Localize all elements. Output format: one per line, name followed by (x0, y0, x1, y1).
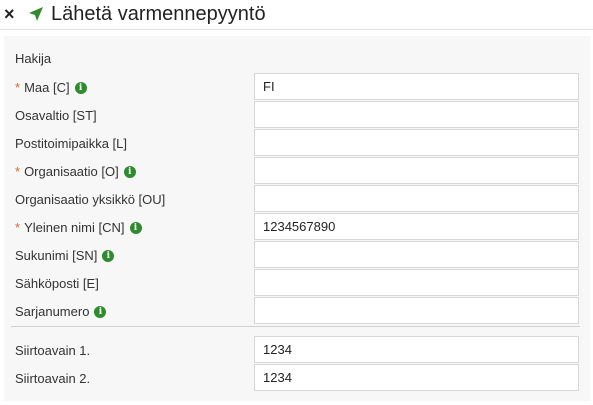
info-icon[interactable]: i (74, 81, 87, 94)
field-row-email: Sähköposti [E] (4, 269, 590, 297)
field-label-text: Maa [C] (24, 80, 70, 95)
field-label-text: Organisaatio [O] (24, 164, 119, 179)
dialog-header: × Lähetä varmennepyyntö (0, 0, 593, 30)
surname-input[interactable] (254, 241, 579, 268)
form-panel: Hakija * Maa [C] i Osavaltio [ST] Postit… (4, 36, 590, 401)
field-row-transfer-key-2: Siirtoavain 2. (4, 364, 590, 392)
info-icon[interactable]: i (123, 165, 136, 178)
field-row-surname: Sukunimi [SN] i (4, 241, 590, 269)
info-icon[interactable]: i (129, 221, 142, 234)
locality-input[interactable] (254, 129, 579, 156)
field-label-text: Sähköposti [E] (15, 276, 99, 291)
field-label: * Organisaatio [O] i (15, 164, 136, 179)
field-row-locality: Postitoimipaikka [L] (4, 129, 590, 157)
field-label: * Maa [C] i (15, 80, 87, 95)
field-row-common-name: * Yleinen nimi [CN] i (4, 213, 590, 241)
required-marker: * (15, 164, 21, 179)
field-label: Siirtoavain 2. (15, 371, 90, 386)
serial-number-input[interactable] (254, 297, 579, 324)
info-icon[interactable]: i (102, 249, 115, 262)
org-unit-input[interactable] (254, 185, 579, 212)
field-label-text: Sarjanumero (15, 304, 90, 319)
state-input[interactable] (254, 101, 579, 128)
close-icon[interactable]: × (4, 4, 20, 24)
required-marker: * (15, 80, 21, 95)
field-label: Sukunimi [SN] i (15, 248, 115, 263)
divider (11, 326, 580, 327)
field-label-text: Siirtoavain 2. (15, 371, 91, 386)
organization-input[interactable] (254, 157, 579, 184)
field-label: * Yleinen nimi [CN] i (15, 220, 142, 235)
field-row-transfer-key-1: Siirtoavain 1. (4, 336, 590, 364)
field-label-text: Yleinen nimi [CN] (24, 220, 125, 235)
required-marker: * (15, 220, 21, 235)
info-icon[interactable]: i (94, 305, 107, 318)
email-input[interactable] (254, 269, 579, 296)
field-label: Sähköposti [E] (15, 276, 99, 291)
field-label: Sarjanumero i (15, 304, 107, 319)
section-title: Hakija (15, 51, 52, 66)
field-label-text: Postitoimipaikka [L] (15, 136, 127, 151)
field-label: Siirtoavain 1. (15, 343, 90, 358)
field-label: Postitoimipaikka [L] (15, 136, 127, 151)
transfer-key-2-input[interactable] (254, 364, 579, 391)
send-icon (29, 7, 43, 21)
transfer-key-1-input[interactable] (254, 336, 579, 363)
field-label: Osavaltio [ST] (15, 108, 97, 123)
field-row-organization: * Organisaatio [O] i (4, 157, 590, 185)
field-row-org-unit: Organisaatio yksikkö [OU] (4, 185, 590, 213)
field-row-state: Osavaltio [ST] (4, 101, 590, 129)
field-row-serial: Sarjanumero i (4, 297, 590, 325)
field-label-text: Sukunimi [SN] (15, 248, 98, 263)
field-label-text: Organisaatio yksikkö [OU] (15, 192, 166, 207)
field-label: Organisaatio yksikkö [OU] (15, 192, 165, 207)
field-label-text: Siirtoavain 1. (15, 343, 91, 358)
country-input[interactable] (254, 73, 579, 100)
field-label-text: Osavaltio [ST] (15, 108, 97, 123)
page-title: Lähetä varmennepyyntö (51, 3, 266, 25)
common-name-input[interactable] (254, 213, 579, 240)
field-row-country: * Maa [C] i (4, 73, 590, 101)
